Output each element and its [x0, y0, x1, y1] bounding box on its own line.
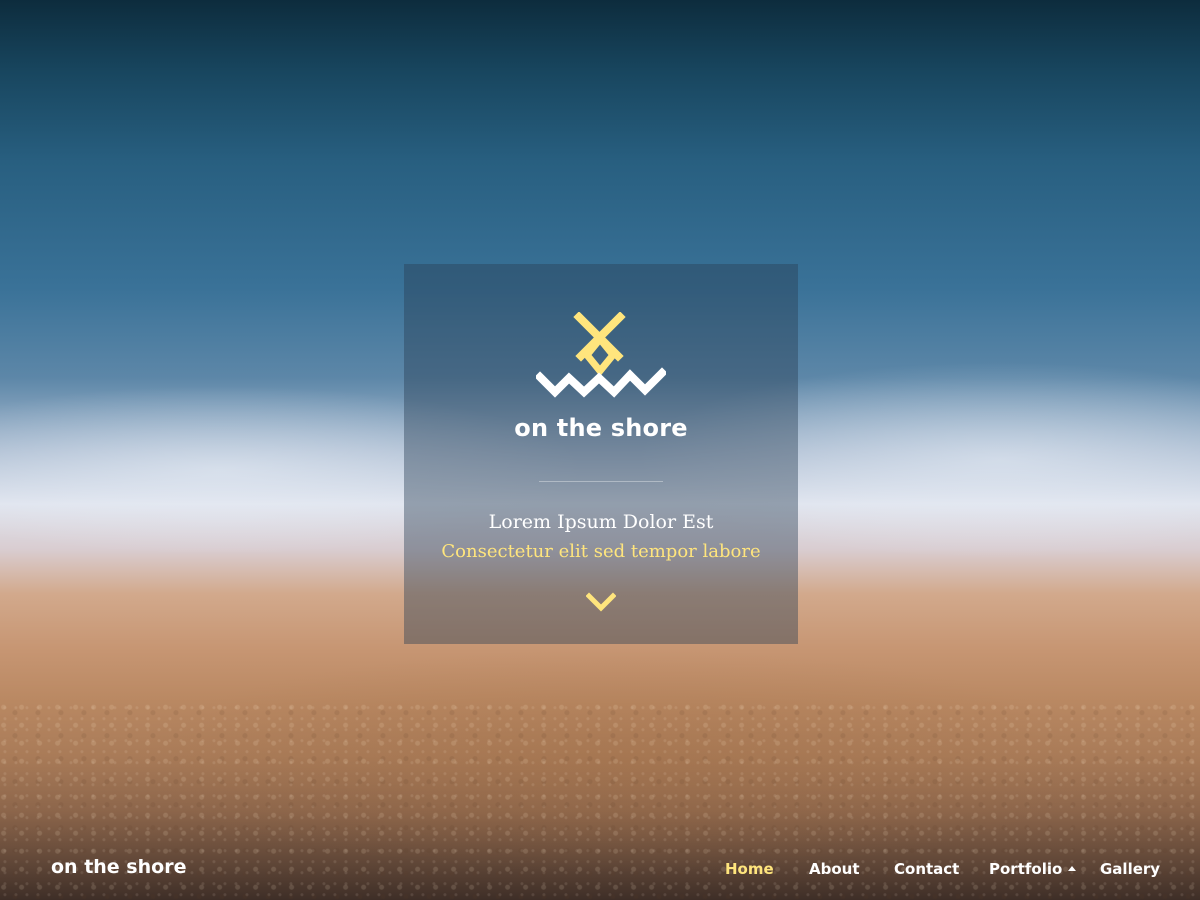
- chevron-down-icon[interactable]: [586, 590, 616, 614]
- footer-navigation: on the shore Home About Contact Portfoli…: [0, 836, 1200, 900]
- nav-home[interactable]: Home: [725, 860, 774, 878]
- hero-card: on the shore Lorem Ipsum Dolor Est Conse…: [404, 264, 798, 644]
- footer-brand-link[interactable]: on the shore: [51, 856, 186, 878]
- nav-gallery[interactable]: Gallery: [1100, 860, 1160, 878]
- brand-title: on the shore: [514, 414, 688, 442]
- nav-portfolio[interactable]: Portfolio: [989, 860, 1077, 878]
- hero-subtagline: Consectetur elit sed tempor labore: [441, 541, 761, 562]
- wave-diamond-logo-icon: [536, 312, 666, 398]
- divider: [539, 481, 663, 482]
- hero-tagline: Lorem Ipsum Dolor Est: [488, 511, 714, 533]
- nav-portfolio-label: Portfolio: [989, 860, 1063, 878]
- caret-up-icon: [1068, 866, 1077, 871]
- nav-about[interactable]: About: [809, 860, 860, 878]
- nav-contact[interactable]: Contact: [894, 860, 959, 878]
